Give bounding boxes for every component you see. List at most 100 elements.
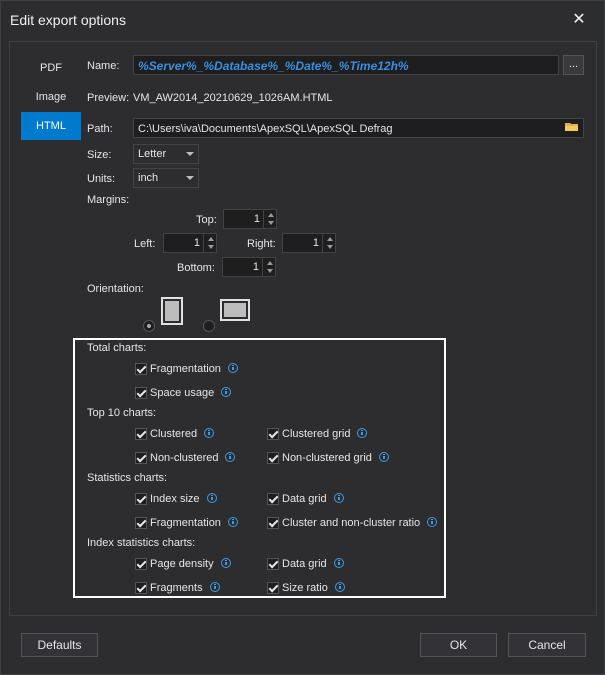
info-icon[interactable] bbox=[333, 558, 344, 568]
units-value: inch bbox=[138, 172, 159, 184]
checkbox-label: Fragmentation bbox=[150, 363, 221, 375]
size-label: Size: bbox=[87, 149, 112, 161]
stepper-divider bbox=[262, 258, 263, 276]
arrow-up-icon[interactable] bbox=[268, 213, 274, 217]
name-label: Name: bbox=[87, 60, 120, 72]
right-margin-value: 1 bbox=[312, 237, 319, 249]
arrow-up-icon[interactable] bbox=[267, 261, 273, 265]
path-label: Path: bbox=[87, 123, 113, 135]
right-margin-stepper[interactable]: 1 bbox=[282, 233, 336, 253]
tab-image[interactable]: Image bbox=[21, 83, 81, 111]
tab-pdf[interactable]: PDF bbox=[21, 54, 81, 82]
statistics-charts-label: Statistics charts: bbox=[87, 472, 168, 484]
stepper-divider bbox=[203, 234, 204, 252]
dialog-title: Edit export options bbox=[10, 12, 126, 28]
ok-button[interactable]: OK bbox=[420, 633, 497, 657]
index-statistics-charts-label: Index statistics charts: bbox=[87, 537, 196, 549]
chevron-down-icon bbox=[186, 176, 194, 180]
info-icon[interactable] bbox=[333, 493, 344, 503]
orientation-label: Orientation: bbox=[87, 283, 144, 295]
landscape-icon[interactable] bbox=[220, 299, 250, 321]
checkbox-label: Fragmentation bbox=[150, 517, 221, 529]
checkbox-box[interactable] bbox=[267, 517, 279, 529]
checkbox-box[interactable] bbox=[135, 558, 147, 570]
name-input[interactable]: %Server%_%Database%_%Date%_%Time12h% bbox=[133, 55, 559, 75]
arrow-down-icon[interactable] bbox=[268, 221, 274, 225]
checkbox-box[interactable] bbox=[135, 363, 147, 375]
portrait-radio[interactable] bbox=[143, 320, 155, 332]
info-icon[interactable] bbox=[209, 582, 220, 592]
close-icon[interactable]: ✕ bbox=[569, 10, 589, 30]
stepper-divider bbox=[263, 210, 264, 228]
info-icon[interactable] bbox=[227, 363, 238, 373]
checkbox-label: Fragments bbox=[150, 582, 203, 594]
checkbox-box[interactable] bbox=[135, 387, 147, 399]
arrow-up-icon[interactable] bbox=[208, 237, 214, 241]
tab-html[interactable]: HTML bbox=[21, 112, 81, 140]
left-margin-label: Left: bbox=[134, 238, 156, 250]
checkbox-label: Size ratio bbox=[282, 582, 328, 594]
info-icon[interactable] bbox=[225, 452, 236, 462]
arrow-down-icon[interactable] bbox=[327, 245, 333, 249]
info-icon[interactable] bbox=[220, 558, 231, 568]
right-margin-label: Right: bbox=[247, 238, 276, 250]
checkbox-label: Clustered bbox=[150, 428, 198, 440]
arrow-down-icon[interactable] bbox=[267, 269, 273, 273]
units-label: Units: bbox=[87, 173, 116, 185]
info-icon[interactable] bbox=[204, 428, 215, 438]
defaults-button[interactable]: Defaults bbox=[21, 633, 98, 657]
checkbox-box[interactable] bbox=[267, 452, 279, 464]
folder-icon[interactable] bbox=[565, 122, 579, 132]
size-select[interactable]: Letter bbox=[133, 144, 199, 164]
checkbox-label: Data grid bbox=[282, 558, 327, 570]
info-icon[interactable] bbox=[334, 582, 345, 592]
left-margin-stepper[interactable]: 1 bbox=[163, 233, 217, 253]
name-options-button[interactable]: ... bbox=[563, 55, 584, 75]
info-icon[interactable] bbox=[206, 493, 217, 503]
checkbox-box[interactable] bbox=[267, 582, 279, 594]
checkbox-box[interactable] bbox=[267, 558, 279, 570]
checkbox-box[interactable] bbox=[135, 428, 147, 440]
info-icon[interactable] bbox=[227, 517, 238, 527]
checkbox-label: Index size bbox=[150, 493, 200, 505]
preview-value: VM_AW2014_20210629_1026AM.HTML bbox=[133, 92, 333, 104]
checkbox-label: Cluster and non-cluster ratio bbox=[282, 517, 421, 529]
landscape-radio[interactable] bbox=[203, 320, 215, 332]
units-select[interactable]: inch bbox=[133, 168, 199, 188]
checkbox-box[interactable] bbox=[135, 517, 147, 529]
checkbox-box[interactable] bbox=[135, 493, 147, 505]
info-icon[interactable] bbox=[357, 428, 368, 438]
top-margin-label: Top: bbox=[196, 214, 217, 226]
chevron-down-icon bbox=[186, 152, 194, 156]
checkbox-box[interactable] bbox=[267, 493, 279, 505]
path-value: C:\Users\iva\Documents\ApexSQL\ApexSQL D… bbox=[138, 123, 393, 135]
margins-label: Margins: bbox=[87, 194, 130, 206]
info-icon[interactable] bbox=[221, 387, 232, 397]
checkbox-label: Data grid bbox=[282, 493, 327, 505]
info-icon[interactable] bbox=[427, 517, 438, 527]
portrait-icon[interactable] bbox=[161, 297, 183, 325]
cancel-button[interactable]: Cancel bbox=[508, 633, 586, 657]
preview-label: Preview: bbox=[87, 92, 130, 104]
arrow-down-icon[interactable] bbox=[208, 245, 214, 249]
checkbox-box[interactable] bbox=[135, 452, 147, 464]
arrow-up-icon[interactable] bbox=[327, 237, 333, 241]
total-charts-label: Total charts: bbox=[87, 342, 147, 354]
size-value: Letter bbox=[138, 148, 167, 160]
info-icon[interactable] bbox=[378, 452, 389, 462]
top10-charts-label: Top 10 charts: bbox=[87, 407, 157, 419]
checkbox-label: Non-clustered grid bbox=[282, 452, 372, 464]
top-margin-stepper[interactable]: 1 bbox=[223, 209, 277, 229]
left-margin-value: 1 bbox=[193, 237, 200, 249]
checkbox-box[interactable] bbox=[267, 428, 279, 440]
bottom-margin-stepper[interactable]: 1 bbox=[222, 257, 276, 277]
title-bar: Edit export options ✕ bbox=[1, 1, 604, 41]
checkbox-label: Non-clustered bbox=[150, 452, 219, 464]
export-options-dialog: Edit export options ✕ PDF Image HTML Nam… bbox=[0, 0, 605, 675]
checkbox-box[interactable] bbox=[135, 582, 147, 594]
path-input[interactable]: C:\Users\iva\Documents\ApexSQL\ApexSQL D… bbox=[133, 118, 584, 138]
checkbox-label: Space usage bbox=[150, 387, 215, 399]
bottom-margin-label: Bottom: bbox=[177, 262, 215, 274]
stepper-divider bbox=[322, 234, 323, 252]
checkbox-label: Page density bbox=[150, 558, 214, 570]
